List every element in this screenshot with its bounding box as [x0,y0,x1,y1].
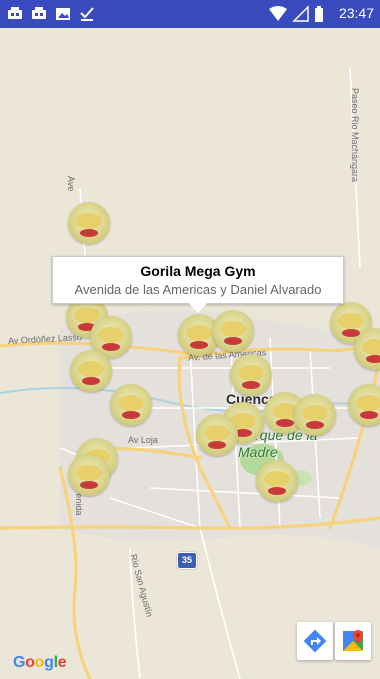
gym-marker[interactable] [212,310,254,352]
clock: 23:47 [338,5,374,21]
gym-marker[interactable] [110,384,152,426]
gym-marker[interactable] [230,354,272,396]
google-wordmark: Google [13,654,67,671]
svg-text:Google: Google [13,654,67,671]
notification-app-icon [32,7,46,19]
road-label-paseo: Paseo Rio Machángara [350,88,360,183]
directions-button[interactable] [297,622,333,660]
directions-icon [303,629,327,653]
gym-marker[interactable] [70,350,112,392]
highway-shield: 35 [177,552,197,569]
gym-marker[interactable] [294,394,336,436]
road-label-ave-top: Ave [66,176,76,192]
signal-icon [292,5,309,22]
download-done-icon [80,7,94,21]
gym-marker[interactable] [348,384,380,426]
google-logo: Google [13,652,75,677]
wifi-icon [269,6,287,21]
status-bar: 23:47 [0,0,380,28]
info-window-address: Avenida de las Americas y Daniel Alvarad… [74,282,322,297]
gym-marker[interactable] [256,460,298,502]
info-window[interactable]: Gorila Mega Gym Avenida de las Americas … [52,256,344,313]
google-maps-icon [343,630,363,651]
gym-marker[interactable] [68,202,110,244]
notification-app-icon [8,7,22,19]
gym-marker[interactable] [196,414,238,456]
map-view[interactable]: Ave Paseo Rio Machángara Av Ordóñez Lass… [0,28,380,679]
battery-icon [315,6,323,22]
image-icon [56,8,70,20]
road-label-loja: Av Loja [128,435,158,445]
gym-marker[interactable] [68,454,110,496]
info-window-title: Gorila Mega Gym [140,263,256,279]
gym-marker[interactable] [354,328,380,370]
open-in-maps-button[interactable] [335,622,371,660]
